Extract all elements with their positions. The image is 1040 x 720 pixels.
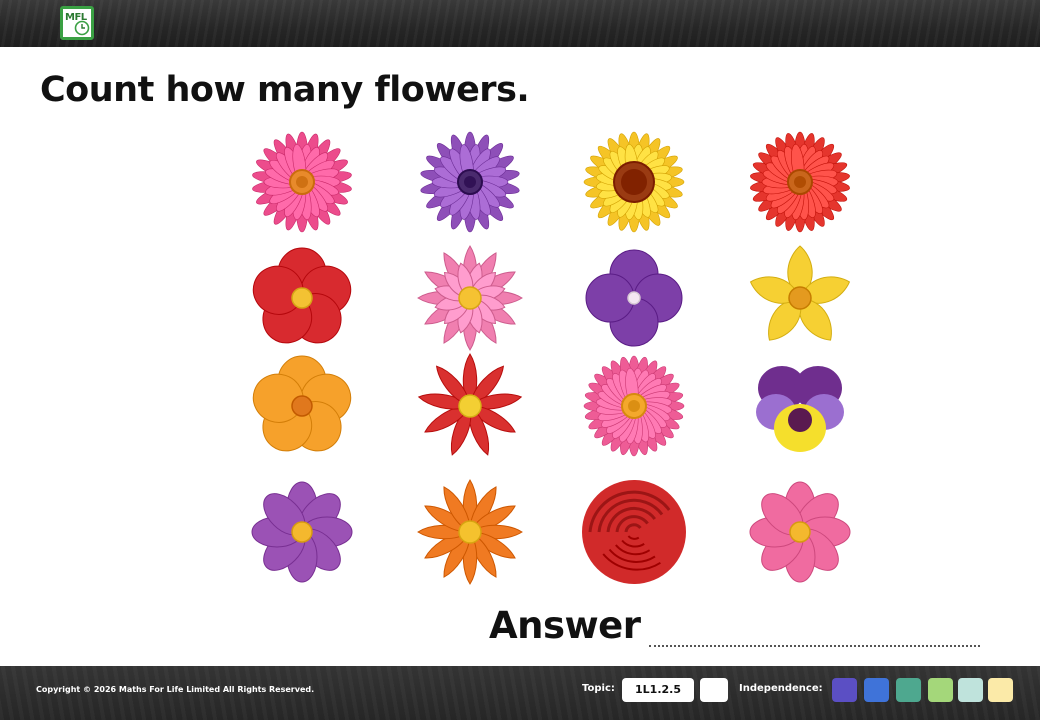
orange-daisy-flower [417,479,523,585]
red-gerbera-flower [750,131,850,233]
question-title: Count how many flowers. [40,70,530,110]
clock-icon [74,20,90,36]
independence-swatch-6[interactable] [988,678,1013,702]
independence-swatch-4[interactable] [928,678,953,702]
independence-swatch-1[interactable] [832,678,857,702]
independence-swatch-2[interactable] [864,678,889,702]
answer-label: Answer [489,604,641,647]
sunflower-flower [583,131,685,233]
topic-blank-box[interactable] [700,678,728,702]
purple-aster-flower [420,131,520,233]
answer-input-line[interactable] [649,645,980,647]
copyright-text: Copyright © 2026 Maths For Life Limited … [36,685,315,694]
topic-label: Topic: [582,683,615,694]
yellow-lily-flower [749,245,851,341]
mfl-logo: MFL [60,6,94,40]
pink-cosmos-flower [749,481,851,583]
pink-lotus-flower [417,245,523,351]
orange-nasturtium-flower [252,355,352,452]
pink-gerbera-flower [252,131,352,233]
independence-swatch-5[interactable] [958,678,983,702]
purple-cosmos-flower [251,481,353,583]
purple-violet-flower [585,249,683,347]
independence-label: Independence: [739,683,823,694]
topic-code-box: 1L1.2.5 [622,678,694,702]
red-dahlia-flower [417,353,523,456]
independence-swatch-3[interactable] [896,678,921,702]
purple-pansy-flower [756,366,844,452]
footer-bar: Copyright © 2026 Maths For Life Limited … [0,666,1040,720]
pink-chrysanthemum-flower [583,355,685,457]
top-bar: MFL [0,0,1040,47]
red-hibiscus-flower [252,247,352,344]
red-rose-flower [582,480,686,584]
flower-grid [244,126,858,588]
